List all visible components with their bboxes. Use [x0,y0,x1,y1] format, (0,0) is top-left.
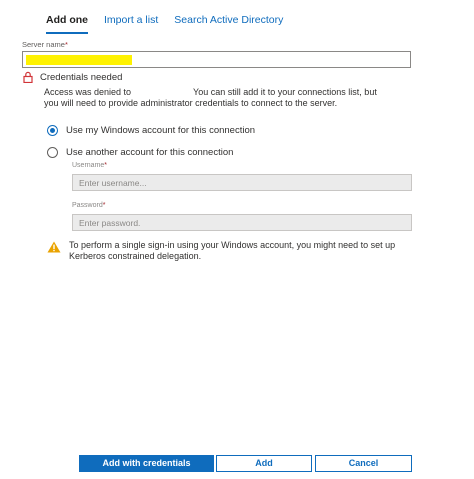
warning-text: To perform a single sign-in using your W… [69,240,396,261]
radio-windows-account-circle[interactable] [47,125,58,136]
tab-bar: Add one Import a list Search Active Dire… [38,8,291,34]
credentials-needed-text: Credentials needed [40,71,123,83]
add-button[interactable]: Add [216,455,312,472]
username-input[interactable]: Enter username... [72,174,412,191]
warning-icon [47,241,61,253]
add-with-credentials-button[interactable]: Add with credentials [79,455,214,472]
tab-add-one[interactable]: Add one [38,8,96,34]
tab-search-active-directory[interactable]: Search Active Directory [166,8,291,32]
lock-icon [23,71,33,83]
credentials-description: Access was denied to You can still add it… [44,87,377,108]
kerberos-warning: To perform a single sign-in using your W… [47,240,409,262]
password-input[interactable]: Enter password. [72,214,412,231]
username-label: Username* [72,162,108,169]
redacted-server-name [26,55,132,65]
server-name-label: Server name* [22,40,68,49]
tab-import-list[interactable]: Import a list [96,8,166,32]
radio-another-account[interactable]: Use another account for this connection [47,147,233,158]
cancel-button[interactable]: Cancel [315,455,412,472]
radio-another-account-circle[interactable] [47,147,58,158]
credentials-needed-row: Credentials needed [22,71,122,83]
password-label: Password* [72,202,106,209]
radio-windows-account[interactable]: Use my Windows account for this connecti… [47,125,255,136]
server-name-input[interactable] [22,51,411,68]
